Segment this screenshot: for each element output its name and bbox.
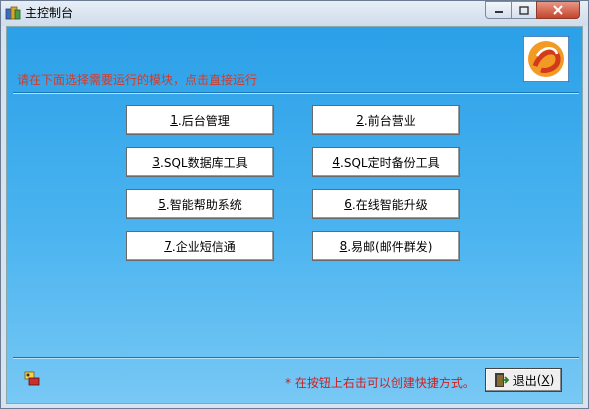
button-label: .在线智能升级 (351, 197, 428, 212)
front-desk-button[interactable]: 2 .前台营业 (312, 105, 460, 135)
button-shortcut: 6 (344, 197, 352, 211)
exit-shortcut: X (541, 373, 550, 387)
button-label: .智能帮助系统 (165, 197, 242, 212)
close-button[interactable] (536, 1, 580, 19)
online-upgrade-button[interactable]: 6 .在线智能升级 (312, 189, 460, 219)
button-label: .后台管理 (177, 113, 230, 128)
exit-label: 退出 (512, 373, 537, 388)
minimize-button[interactable] (485, 1, 512, 19)
close-icon (553, 5, 563, 15)
maximize-icon (519, 5, 529, 15)
key-tool-icon[interactable] (23, 370, 41, 388)
top-divider (13, 92, 579, 94)
sql-scheduled-backup-button[interactable]: 4 .SQL定时备份工具 (312, 147, 460, 177)
button-label: .易邮(邮件群发) (347, 239, 433, 254)
button-shortcut: 2 (356, 113, 364, 127)
client-area: 请在下面选择需要运行的模块，点击直接运行 1 .后台管理 2 .前台营业 3 .SQL… (6, 26, 583, 404)
brand-logo-icon (523, 36, 569, 82)
button-shortcut: 5 (158, 197, 166, 211)
backend-management-button[interactable]: 1 .后台管理 (126, 105, 274, 135)
button-label: .前台营业 (363, 113, 416, 128)
window-title: 主控制台 (25, 6, 74, 20)
button-label: .SQL定时备份工具 (340, 155, 440, 170)
button-shortcut: 3 (152, 155, 161, 169)
bottom-divider (13, 357, 579, 359)
button-shortcut: 7 (164, 239, 172, 253)
button-label: .企业短信通 (171, 239, 236, 254)
smart-help-button[interactable]: 5 .智能帮助系统 (126, 189, 274, 219)
exit-door-icon (494, 373, 509, 387)
instruction-text: 请在下面选择需要运行的模块，点击直接运行 (17, 73, 258, 87)
button-label: .SQL数据库工具 (160, 155, 248, 170)
titlebar[interactable]: 主控制台 (1, 1, 588, 26)
enterprise-sms-button[interactable]: 7 .企业短信通 (126, 231, 274, 261)
main-console-window: 主控制台 请在下面选择需要运行的模块，点击直接运行 1 .后台管理 2 .前台营业 … (0, 0, 589, 409)
sql-database-tool-button[interactable]: 3 .SQL数据库工具 (126, 147, 274, 177)
mass-email-button[interactable]: 8 .易邮(邮件群发) (312, 231, 460, 261)
button-shortcut: 1 (170, 113, 178, 127)
minimize-icon (494, 11, 503, 13)
exit-button[interactable]: 退出(X) (485, 368, 562, 392)
shortcut-hint: * 在按钮上右击可以创建快捷方式。 (285, 376, 475, 390)
app-books-icon (5, 6, 21, 20)
button-shortcut: 4 (332, 155, 341, 169)
button-shortcut: 8 (339, 239, 348, 253)
maximize-button[interactable] (511, 1, 537, 19)
